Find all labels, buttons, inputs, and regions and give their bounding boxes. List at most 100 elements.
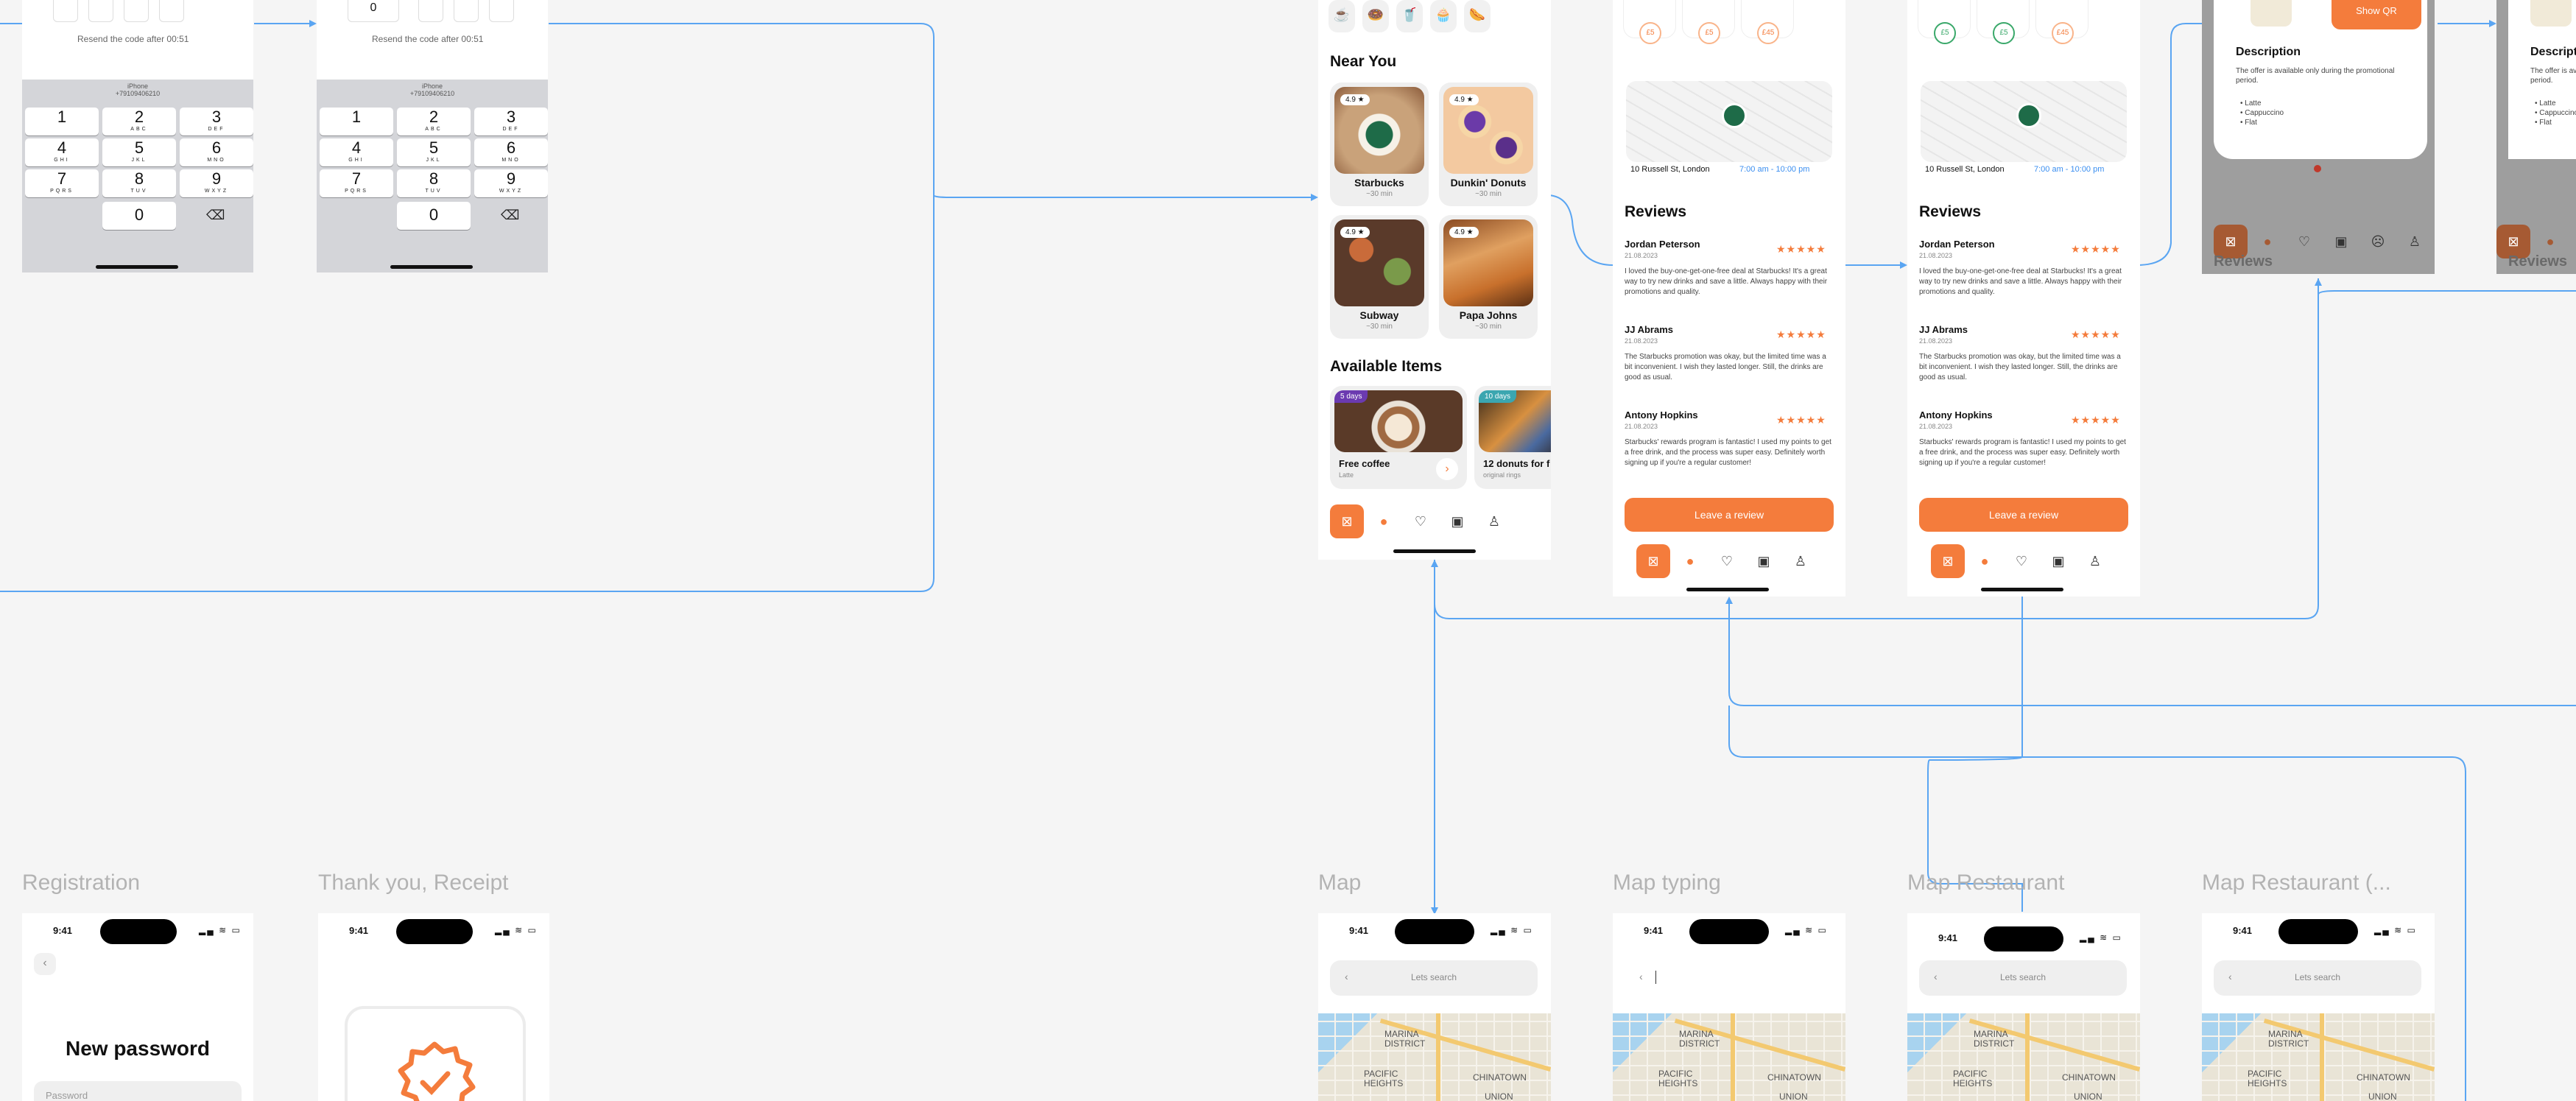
password-field[interactable]: Password	[34, 1081, 242, 1101]
district-label: CHINATOWN	[2062, 1072, 2116, 1083]
tab-wallet[interactable]: ▣	[2324, 225, 2358, 258]
otp-box[interactable]	[124, 0, 149, 22]
place-card-papa-johns[interactable]: 4.9 ★ Papa Johns ~30 min	[1439, 215, 1538, 339]
map-view[interactable]: MARINA DISTRICT PACIFIC HEIGHTS CHINATOW…	[2202, 1013, 2435, 1101]
drink-category-icon[interactable]: 🥤	[1396, 0, 1423, 32]
donut-category-icon[interactable]: 🍩	[1362, 0, 1389, 32]
coffee-category-icon[interactable]: ☕	[1329, 0, 1355, 32]
key-3[interactable]: 3 DEF	[474, 108, 548, 136]
key-1[interactable]: 1	[25, 108, 99, 136]
key-3[interactable]: 3 DEF	[180, 108, 253, 136]
place-card-subway[interactable]: 4.9 ★ Subway ~30 min	[1330, 215, 1429, 339]
tab-places[interactable]: ●	[1968, 544, 2002, 578]
item-name: Free coffee	[1339, 458, 1390, 469]
backspace-icon[interactable]: ⌫	[206, 208, 225, 223]
key-2[interactable]: 2 ABC	[397, 108, 471, 136]
key-7[interactable]: 7 PQRS	[25, 169, 99, 197]
key-0[interactable]: 0	[397, 202, 471, 230]
back-button[interactable]: ‹	[34, 953, 56, 975]
otp-box[interactable]	[454, 0, 479, 22]
key-digit: 5	[429, 138, 439, 157]
keyboard-suggestion[interactable]: iPhone +79109406210	[317, 82, 548, 97]
tab-favorites[interactable]: ♡	[1404, 504, 1437, 538]
otp-box[interactable]	[88, 0, 113, 22]
tab-profile[interactable]: ♙	[2078, 544, 2112, 578]
key-digit: 4	[57, 138, 67, 157]
key-4[interactable]: 4 GHI	[25, 138, 99, 166]
user-icon: ♙	[2088, 553, 2102, 569]
mini-map[interactable]	[1921, 81, 2127, 162]
tab-places[interactable]: ●	[1367, 504, 1401, 538]
tab-discounts[interactable]: ⊠	[1636, 544, 1670, 578]
search-input[interactable]: ‹ Lets search	[2214, 960, 2421, 996]
leave-review-button[interactable]: Leave a review	[1625, 498, 1834, 532]
key-5[interactable]: 5 JKL	[102, 138, 176, 166]
otp-box[interactable]: 0	[348, 0, 399, 22]
place-card-dunkin[interactable]: 4.9 ★ Dunkin' Donuts ~30 min	[1439, 82, 1538, 206]
map-view[interactable]: MARINA DISTRICT PACIFIC HEIGHTS CHINATOW…	[1613, 1013, 1845, 1101]
otp-box[interactable]	[418, 0, 443, 22]
key-9[interactable]: 9 WXYZ	[474, 169, 548, 197]
key-7[interactable]: 7 PQRS	[320, 169, 393, 197]
key-2[interactable]: 2 ABC	[102, 108, 176, 136]
key-1[interactable]: 1	[320, 108, 393, 136]
search-input[interactable]: ‹ Lets search	[1919, 960, 2127, 996]
mini-map[interactable]	[1626, 81, 1832, 162]
tab-favorites[interactable]: ♡	[2005, 544, 2038, 578]
status-icons: ▂▄ ≋ ▭	[2080, 932, 2122, 943]
leave-review-button[interactable]: Leave a review	[1919, 498, 2128, 532]
map-view[interactable]: MARINA DISTRICT PACIFIC HEIGHTS CHINATOW…	[1907, 1013, 2140, 1101]
tab-places[interactable]: ●	[1673, 544, 1707, 578]
starbucks-pin-icon[interactable]	[2016, 103, 2041, 128]
otp-box[interactable]	[489, 0, 514, 22]
backspace-icon[interactable]: ⌫	[501, 208, 519, 223]
tab-profile[interactable]: ♙	[1477, 504, 1511, 538]
chevron-right-icon[interactable]: ›	[1436, 458, 1458, 480]
bullet-label: Latte	[2245, 99, 2262, 108]
home-indicator	[390, 265, 473, 269]
tab-favorites[interactable]: ♡	[1710, 544, 1744, 578]
tab-discounts[interactable]: ⊠	[1931, 544, 1965, 578]
item-card-donuts[interactable]: 10 days 12 donuts for f original rings	[1474, 386, 1551, 489]
otp-box[interactable]	[53, 0, 78, 22]
key-5[interactable]: 5 JKL	[397, 138, 471, 166]
tab-wallet[interactable]: ▣	[1440, 504, 1474, 538]
place-card-starbucks[interactable]: 4.9 ★ Starbucks ~30 min	[1330, 82, 1429, 206]
chevron-left-icon[interactable]: ‹	[1639, 971, 1643, 982]
dynamic-island	[100, 919, 177, 944]
tab-profile[interactable]: ☹	[2361, 225, 2395, 258]
tab-account[interactable]: ♙	[2398, 225, 2432, 258]
search-input[interactable]: ‹ Lets search	[1330, 960, 1538, 996]
tab-profile[interactable]: ♙	[1784, 544, 1817, 578]
otp-header: 0 Resend the code after 00:51	[317, 0, 548, 80]
key-8[interactable]: 8 TUV	[102, 169, 176, 197]
resend-text: Resend the code after 00:51	[372, 34, 484, 44]
key-6[interactable]: 6 MNO	[474, 138, 548, 166]
review-text: Starbucks' rewards program is fantastic!…	[1625, 438, 1831, 467]
key-8[interactable]: 8 TUV	[397, 169, 471, 197]
key-6[interactable]: 6 MNO	[180, 138, 253, 166]
tab-wallet[interactable]: ▣	[1747, 544, 1781, 578]
price-code: £5	[1698, 22, 1720, 44]
otp-box[interactable]	[159, 0, 184, 22]
search-input[interactable]: ‹	[1625, 960, 1832, 996]
starbucks-pin-icon[interactable]	[1722, 103, 1747, 128]
keyboard-suggestion[interactable]: iPhone +79109406210	[22, 82, 253, 97]
map-view[interactable]: MARINA DISTRICT PACIFIC HEIGHTS CHINATOW…	[1318, 1013, 1551, 1101]
key-9[interactable]: 9 WXYZ	[180, 169, 253, 197]
tab-favorites[interactable]: ♡	[2287, 225, 2321, 258]
item-card-free-coffee[interactable]: 5 days Free coffee Latte ›	[1330, 386, 1467, 489]
show-qr-button[interactable]: Show QR	[2332, 0, 2421, 29]
tab-wallet[interactable]: ▣	[2041, 544, 2075, 578]
coupon-icon: ⊠	[1647, 553, 1659, 569]
key-0[interactable]: 0	[102, 202, 176, 230]
description-text: The offer is available only during the p…	[2236, 67, 2395, 85]
district-label: PACIFIC HEIGHTS	[1658, 1069, 1698, 1088]
reviews-title: Reviews	[2508, 253, 2568, 270]
hotdog-category-icon[interactable]: 🌭	[1464, 0, 1491, 32]
key-4[interactable]: 4 GHI	[320, 138, 393, 166]
dessert-category-icon[interactable]: 🧁	[1430, 0, 1457, 32]
status-icons: ▂▄ ≋ ▭	[1785, 925, 1828, 935]
key-letters: TUV	[130, 189, 148, 194]
tab-discounts[interactable]: ⊠	[1330, 504, 1364, 538]
